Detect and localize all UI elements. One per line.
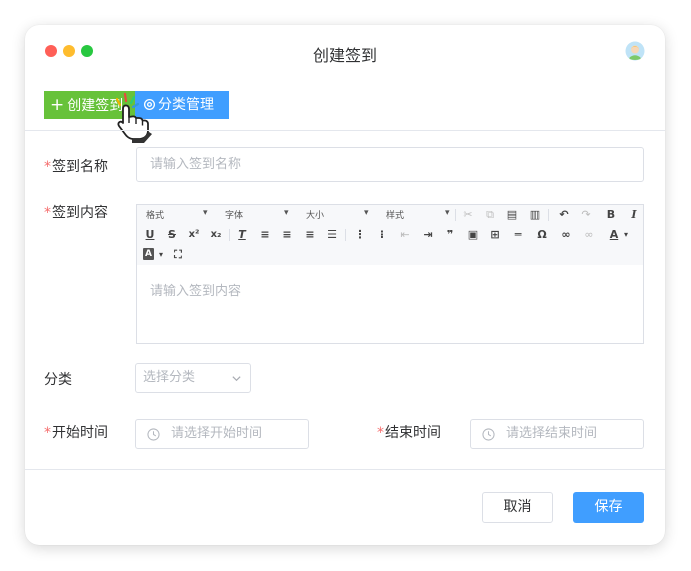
fullscreen-icon[interactable]: ⛶ — [171, 248, 185, 262]
bullet-list-icon[interactable]: ⁝ — [375, 228, 389, 242]
editor-placeholder: 请输入签到内容 — [150, 284, 242, 299]
italic-icon[interactable]: I — [627, 208, 641, 222]
dialog-window: 创建签到 +创建签到 分类管理 *签到名称 请输入签到名称 *签到内容 格式 — [25, 25, 665, 545]
align-right-icon[interactable]: ≡ — [303, 228, 317, 242]
table-icon[interactable]: ⊞ — [488, 228, 502, 242]
background-color-icon[interactable]: A — [143, 248, 154, 260]
category-select-placeholder: 选择分类 — [143, 370, 196, 385]
undo-icon[interactable]: ↶ — [557, 208, 571, 222]
align-center-icon[interactable]: ≡ — [280, 228, 294, 242]
image-icon[interactable]: ▣ — [466, 228, 480, 242]
start-time-placeholder: 请选择开始时间 — [171, 426, 263, 441]
special-char-icon[interactable]: Ω — [535, 228, 549, 242]
size-dropdown[interactable]: 大小 — [306, 208, 324, 221]
cancel-button[interactable]: 取消 — [482, 492, 553, 523]
style-dropdown[interactable]: 样式 — [386, 208, 404, 221]
toolbar-separator — [345, 229, 346, 241]
name-input[interactable]: 请输入签到名称 — [136, 147, 644, 182]
start-time-label: *开始时间 — [44, 422, 108, 442]
redo-icon[interactable]: ↷ — [579, 208, 593, 222]
name-label: *签到名称 — [44, 156, 108, 176]
clock-icon — [482, 428, 495, 441]
save-button[interactable]: 保存 — [573, 492, 644, 523]
align-justify-icon[interactable]: ☰ — [325, 228, 339, 242]
text-color-arrow-icon[interactable]: ▾ — [619, 228, 633, 242]
required-asterisk: * — [44, 205, 51, 221]
subscript-icon[interactable]: x₂ — [209, 228, 223, 242]
font-dropdown[interactable]: 字体 — [225, 208, 243, 221]
copy-icon[interactable]: ⧉ — [483, 208, 497, 222]
paste-text-icon[interactable]: ▥ — [528, 208, 542, 222]
rich-text-editor[interactable]: 格式 ▾ 字体 ▾ 大小 ▾ 样式 ▾ ✂ ⧉ ▤ ▥ ↶ ↷ B I U S … — [136, 204, 644, 344]
editor-toolbar: 格式 ▾ 字体 ▾ 大小 ▾ 样式 ▾ ✂ ⧉ ▤ ▥ ↶ ↷ B I U S … — [137, 205, 643, 265]
toolbar-separator — [548, 209, 549, 221]
underline-icon[interactable]: U — [143, 228, 157, 242]
bold-icon[interactable]: B — [604, 208, 618, 222]
ordered-list-icon[interactable]: ⋮ — [353, 228, 367, 242]
format-dropdown[interactable]: 格式 — [146, 208, 164, 221]
end-time-picker[interactable]: 请选择结束时间 — [470, 419, 644, 449]
clock-icon — [147, 428, 160, 441]
blockquote-icon[interactable]: ❞ — [443, 228, 457, 242]
cut-icon[interactable]: ✂ — [461, 208, 475, 222]
end-time-label: *结束时间 — [377, 422, 441, 442]
name-input-placeholder: 请输入签到名称 — [150, 157, 242, 172]
superscript-icon[interactable]: x² — [187, 228, 201, 242]
size-dropdown-label: 大小 — [306, 211, 325, 221]
format-dropdown-arrow-icon: ▾ — [203, 208, 208, 218]
paste-icon[interactable]: ▤ — [505, 208, 519, 222]
header-divider — [25, 130, 665, 131]
toolbar-separator — [229, 229, 230, 241]
indent-icon[interactable]: ⇥ — [421, 228, 435, 242]
hand-pointer-icon — [115, 92, 152, 143]
required-asterisk: * — [44, 159, 51, 175]
chevron-down-icon — [232, 376, 241, 382]
font-dropdown-label: 字体 — [225, 211, 244, 221]
strikethrough-icon[interactable]: S — [165, 228, 179, 242]
category-manage-label: 分类管理 — [158, 97, 214, 113]
end-time-label-text: 结束时间 — [385, 425, 441, 441]
link-icon[interactable]: ∞ — [559, 228, 573, 242]
unlink-icon[interactable]: ∞ — [582, 228, 596, 242]
style-dropdown-arrow-icon: ▾ — [445, 208, 450, 218]
align-left-icon[interactable]: ≡ — [258, 228, 272, 242]
content-label: *签到内容 — [44, 202, 108, 222]
required-asterisk: * — [44, 425, 51, 441]
footer-divider — [25, 469, 665, 470]
style-dropdown-label: 样式 — [386, 211, 405, 221]
end-time-placeholder: 请选择结束时间 — [506, 426, 598, 441]
required-asterisk: * — [377, 425, 384, 441]
name-label-text: 签到名称 — [52, 159, 108, 175]
plus-icon: + — [50, 95, 65, 115]
horizontal-rule-icon[interactable]: ═ — [511, 228, 525, 242]
size-dropdown-arrow-icon: ▾ — [364, 208, 369, 218]
outdent-icon[interactable]: ⇤ — [398, 228, 412, 242]
category-label: 分类 — [44, 372, 72, 388]
window-title: 创建签到 — [312, 46, 377, 65]
category-select[interactable]: 选择分类 — [135, 363, 251, 393]
background-color-arrow-icon[interactable]: ▾ — [154, 248, 168, 262]
start-time-label-text: 开始时间 — [52, 425, 108, 441]
content-label-text: 签到内容 — [52, 205, 108, 221]
user-avatar-icon[interactable] — [625, 41, 645, 61]
font-dropdown-arrow-icon: ▾ — [284, 208, 289, 218]
clear-format-icon[interactable]: T — [235, 228, 249, 242]
start-time-picker[interactable]: 请选择开始时间 — [135, 419, 309, 449]
format-dropdown-label: 格式 — [146, 211, 165, 221]
toolbar-separator — [455, 209, 456, 221]
